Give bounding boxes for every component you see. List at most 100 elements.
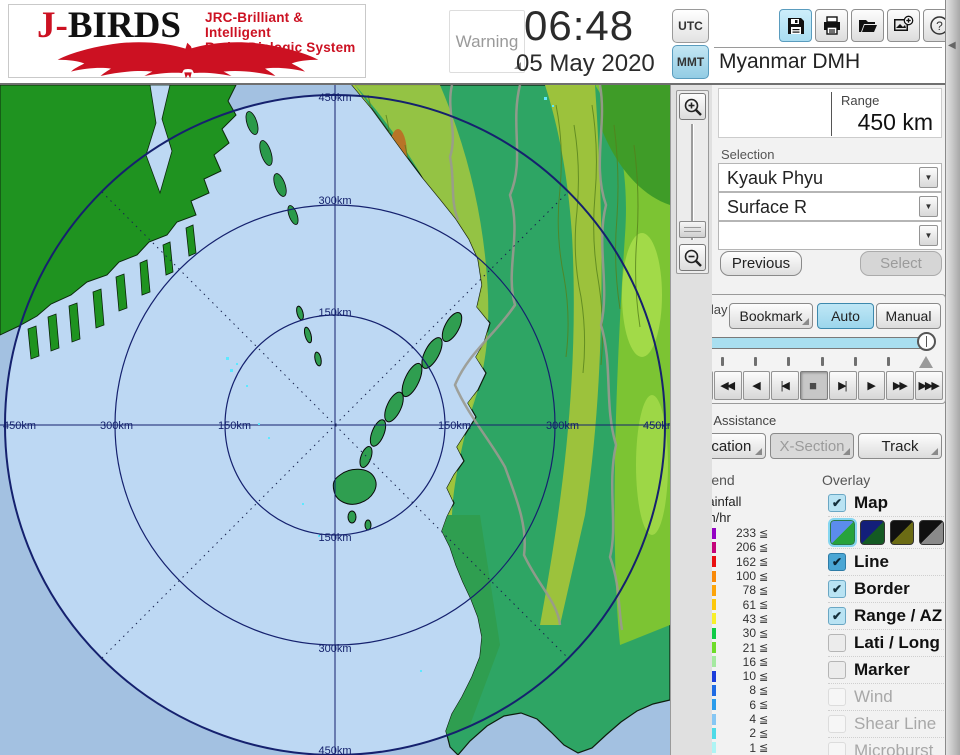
add-image-button[interactable]	[887, 9, 920, 42]
svg-text:450km: 450km	[318, 92, 351, 104]
warning-button[interactable]: Warning	[449, 10, 525, 73]
slider-end-marker	[919, 356, 933, 368]
zoom-out-button[interactable]	[679, 244, 706, 271]
overlay-label: Overlay	[822, 472, 870, 488]
slider-tick	[887, 357, 890, 366]
panel-divider	[714, 47, 942, 48]
checkbox-icon[interactable]: ✔	[828, 494, 846, 512]
auto-button[interactable]: Auto	[817, 303, 874, 329]
overlay-item-lati-long[interactable]: ✔ Lati / Long	[828, 629, 944, 656]
svg-text:450km: 450km	[318, 745, 351, 755]
slider-tick	[854, 357, 857, 366]
empty-dropdown[interactable]: ▼	[718, 221, 942, 250]
checkbox-icon[interactable]: ✔	[828, 580, 846, 598]
radar-map-display[interactable]: 450km 300km 150km 150km 300km 450km 450k…	[0, 85, 670, 755]
forward-button[interactable]: ▶▶	[886, 371, 914, 400]
corner-fold-icon	[843, 448, 850, 455]
zoom-in-button[interactable]	[679, 93, 706, 120]
overlay-item-microburst[interactable]: ✔ Microburst	[828, 737, 944, 755]
track-button[interactable]: Track	[858, 433, 942, 459]
overlay-item-map[interactable]: ✔ Map	[828, 490, 944, 516]
svg-text:300km: 300km	[318, 195, 351, 207]
checkbox-icon[interactable]: ✔	[828, 553, 846, 571]
jbirds-app: J-BIRDS JRC-Brilliant & Intelligent Rada…	[0, 0, 960, 755]
slider-tick	[787, 357, 790, 366]
zoom-out-icon	[683, 248, 703, 268]
open-folder-icon	[858, 16, 878, 36]
checkbox-icon[interactable]: ✔	[828, 607, 846, 625]
replay-panel: Replay Bookmark Auto Manual ◀◀◀ ◀◀ ◀ |◀ …	[680, 294, 946, 404]
range-box: Range 450 km	[718, 88, 942, 138]
checkbox-icon[interactable]: ✔	[828, 742, 846, 755]
replay-slider-track[interactable]	[689, 337, 927, 349]
overlay-item-wind[interactable]: ✔ Wind	[828, 683, 944, 710]
map-style-option[interactable]	[830, 520, 855, 545]
overlay-item-shear-line[interactable]: ✔ Shear Line	[828, 710, 944, 737]
svg-text:450km: 450km	[643, 420, 670, 432]
range-divider	[831, 92, 832, 136]
checkbox-icon[interactable]: ✔	[828, 661, 846, 679]
svg-text:300km: 300km	[100, 420, 133, 432]
overlay-item-range-az[interactable]: ✔ Range / AZ	[828, 602, 944, 629]
map-style-option[interactable]	[860, 520, 885, 545]
play-back-button[interactable]: ◀	[743, 371, 771, 400]
open-folder-button[interactable]	[851, 9, 884, 42]
replay-slider-handle[interactable]	[917, 332, 936, 351]
stop-button[interactable]: ■	[800, 371, 828, 400]
save-button[interactable]	[779, 9, 812, 42]
rewind-button[interactable]: ◀◀	[714, 371, 742, 400]
map-style-picker	[828, 516, 944, 548]
add-image-icon	[893, 15, 914, 36]
range-label: Range	[841, 93, 879, 108]
svg-text:300km: 300km	[546, 420, 579, 432]
checkbox-icon[interactable]: ✔	[828, 634, 846, 652]
corner-fold-icon	[802, 318, 809, 325]
playback-controls: ◀◀◀ ◀◀ ◀ |◀ ■ ▶| ▶ ▶▶ ▶▶▶	[685, 371, 943, 400]
overlay-item-line[interactable]: ✔ Line	[828, 548, 944, 575]
header-bar: J-BIRDS JRC-Brilliant & Intelligent Rada…	[0, 0, 960, 85]
utc-toggle-button[interactable]: UTC	[672, 9, 709, 43]
overlay-item-border[interactable]: ✔ Border	[828, 575, 944, 602]
chevron-down-icon[interactable]: ▼	[919, 225, 938, 246]
map-style-option[interactable]	[890, 520, 915, 545]
map-zoom-control	[676, 90, 709, 274]
range-value: 450 km	[858, 109, 933, 136]
bookmark-button[interactable]: Bookmark	[729, 303, 813, 329]
slider-tick	[821, 357, 824, 366]
eagle-logo-icon	[17, 39, 359, 79]
forward-fast-button[interactable]: ▶▶▶	[915, 371, 943, 400]
chevron-down-icon[interactable]: ▼	[919, 196, 938, 217]
station-name: Myanmar DMH	[719, 50, 941, 74]
svg-text:300km: 300km	[318, 643, 351, 655]
site-dropdown[interactable]: Kyauk Phyu ▼	[718, 163, 942, 192]
panel-splitter[interactable]: ◀	[945, 0, 960, 755]
radar-map-svg: 450km 300km 150km 150km 300km 450km 450k…	[0, 85, 670, 755]
select-button[interactable]: Select	[860, 251, 942, 276]
clock-date: 05 May 2020	[516, 50, 681, 78]
print-icon	[822, 16, 842, 36]
map-style-option[interactable]	[919, 520, 944, 545]
overlay-list: ✔ Map ✔ Line ✔ Border ✔ Range / AZ ✔ Lat…	[828, 490, 944, 755]
clock-time: 06:48	[524, 2, 674, 50]
chevron-down-icon[interactable]: ▼	[919, 167, 938, 188]
svg-text:150km: 150km	[218, 420, 251, 432]
manual-button[interactable]: Manual	[876, 303, 941, 329]
print-button[interactable]	[815, 9, 848, 42]
svg-text:450km: 450km	[3, 420, 36, 432]
checkbox-icon[interactable]: ✔	[828, 715, 846, 733]
step-back-button[interactable]: |◀	[771, 371, 799, 400]
svg-text:150km: 150km	[318, 307, 351, 319]
product-dropdown[interactable]: Surface R ▼	[718, 192, 942, 221]
slider-tick	[754, 357, 757, 366]
mmt-toggle-button[interactable]: MMT	[672, 45, 709, 79]
save-icon	[786, 16, 806, 36]
zoom-slider-handle[interactable]	[679, 221, 706, 238]
checkbox-icon[interactable]: ✔	[828, 688, 846, 706]
play-button[interactable]: ▶	[858, 371, 886, 400]
xsection-button[interactable]: X-Section	[770, 433, 854, 459]
step-forward-button[interactable]: ▶|	[829, 371, 857, 400]
previous-button[interactable]: Previous	[720, 251, 802, 276]
collapse-arrow-icon[interactable]: ◀	[948, 40, 956, 51]
overlay-item-marker[interactable]: ✔ Marker	[828, 656, 944, 683]
app-logo: J-BIRDS JRC-Brilliant & Intelligent Rada…	[8, 4, 366, 78]
